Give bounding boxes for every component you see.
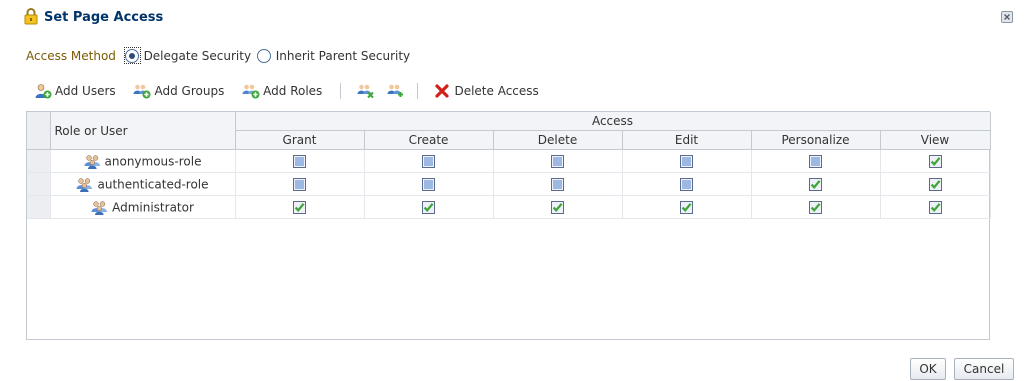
checked-checkbox-create[interactable] [422, 201, 435, 214]
column-header-create[interactable]: Create [364, 130, 494, 150]
row-header-corner [27, 112, 51, 150]
close-icon[interactable] [1001, 11, 1013, 23]
add-group-icon [133, 83, 151, 99]
add-role-icon [242, 83, 260, 99]
column-header-view[interactable]: View [880, 130, 991, 150]
permission-cell [880, 149, 991, 173]
access-method-group: Access Method Delegate Security Inherit … [26, 45, 412, 65]
checked-checkbox-personalize[interactable] [809, 178, 822, 191]
role-name: Administrator [112, 200, 194, 214]
column-header-personalize[interactable]: Personalize [751, 130, 881, 150]
group-add-icon[interactable] [387, 83, 405, 99]
column-header-grant[interactable]: Grant [235, 130, 365, 150]
permission-cell [493, 172, 623, 196]
checked-checkbox-edit[interactable] [680, 201, 693, 214]
permission-cell [622, 172, 752, 196]
unchecked-checkbox-delete[interactable] [551, 155, 564, 168]
title-bar: Set Page Access [0, 0, 1026, 34]
add-groups-button[interactable]: Add Groups [133, 83, 224, 99]
table-row[interactable]: Administrator [27, 195, 991, 219]
permission-cell [751, 195, 881, 219]
group-remove-icon[interactable] [357, 83, 375, 99]
row-header[interactable] [27, 149, 51, 173]
add-users-label: Add Users [55, 84, 116, 98]
delete-access-button[interactable]: Delete Access [433, 83, 539, 99]
role-icon [84, 154, 101, 169]
row-header[interactable] [27, 195, 51, 219]
unchecked-checkbox-create[interactable] [422, 178, 435, 191]
row-header[interactable] [27, 172, 51, 196]
delegate-security-radio[interactable] [124, 48, 139, 63]
access-header: Access [235, 112, 991, 131]
checked-checkbox-view[interactable] [928, 155, 942, 168]
column-header-delete[interactable]: Delete [493, 130, 623, 150]
role-cell: anonymous-role [50, 149, 236, 173]
permission-cell [751, 149, 881, 173]
permission-cell [493, 149, 623, 173]
toolbar-separator [416, 83, 418, 99]
table-row[interactable]: authenticated-role [27, 172, 991, 196]
lock-icon [24, 7, 38, 25]
unchecked-checkbox-edit[interactable] [680, 155, 693, 168]
add-user-icon [34, 83, 52, 99]
role-cell: authenticated-role [50, 172, 236, 196]
delegate-security-label[interactable]: Delegate Security [144, 49, 252, 63]
column-header-edit[interactable]: Edit [622, 130, 752, 150]
role-icon [91, 200, 108, 215]
unchecked-checkbox-create[interactable] [422, 155, 435, 168]
checked-checkbox-personalize[interactable] [809, 201, 822, 214]
unchecked-checkbox-grant[interactable] [293, 155, 306, 168]
permission-cell [364, 195, 494, 219]
permission-cell [235, 195, 365, 219]
dialog-title: Set Page Access [44, 10, 164, 25]
add-roles-label: Add Roles [263, 84, 323, 98]
cancel-button[interactable]: Cancel [954, 358, 1014, 380]
table-row[interactable]: anonymous-role [27, 149, 991, 173]
checked-checkbox-grant[interactable] [293, 201, 306, 214]
permission-cell [622, 149, 752, 173]
add-roles-button[interactable]: Add Roles [242, 83, 322, 99]
add-groups-label: Add Groups [154, 84, 225, 98]
permission-cell [364, 149, 494, 173]
permission-cell [880, 172, 991, 196]
unchecked-checkbox-personalize[interactable] [809, 155, 822, 168]
role-cell: Administrator [50, 195, 236, 219]
permission-cell [880, 195, 991, 219]
checked-checkbox-delete[interactable] [551, 201, 564, 214]
checked-checkbox-view[interactable] [928, 201, 942, 214]
ok-button[interactable]: OK [910, 358, 946, 380]
role-name: authenticated-role [97, 177, 209, 191]
delegate-security-radio-wrap [123, 47, 141, 64]
permission-cell [364, 172, 494, 196]
role-name: anonymous-role [104, 154, 202, 168]
inherit-parent-security-radio[interactable] [256, 48, 271, 63]
role-icon [76, 177, 93, 192]
delete-icon [433, 83, 451, 99]
toolbar: Add Users Add Groups Add Roles Delete Ac… [34, 83, 553, 103]
access-table: Role or User Access Grant Create Delete Edi… [27, 112, 991, 219]
toolbar-separator [340, 83, 342, 99]
unchecked-checkbox-delete[interactable] [551, 178, 564, 191]
permission-cell [235, 172, 365, 196]
permission-cell [493, 195, 623, 219]
role-or-user-header[interactable]: Role or User [50, 112, 236, 150]
checked-checkbox-view[interactable] [928, 178, 942, 191]
permission-cell [235, 149, 365, 173]
delete-access-label: Delete Access [454, 84, 539, 98]
unchecked-checkbox-grant[interactable] [293, 178, 306, 191]
permission-cell [751, 172, 881, 196]
access-table-container: Role or User Access Grant Create Delete Edi… [26, 111, 991, 340]
add-users-button[interactable]: Add Users [34, 83, 116, 99]
access-method-label: Access Method [26, 48, 116, 63]
permission-cell [622, 195, 752, 219]
unchecked-checkbox-edit[interactable] [680, 178, 693, 191]
inherit-parent-security-label[interactable]: Inherit Parent Security [276, 49, 410, 63]
set-page-access-dialog: Set Page Access Access Method Delegate S… [0, 0, 1026, 381]
